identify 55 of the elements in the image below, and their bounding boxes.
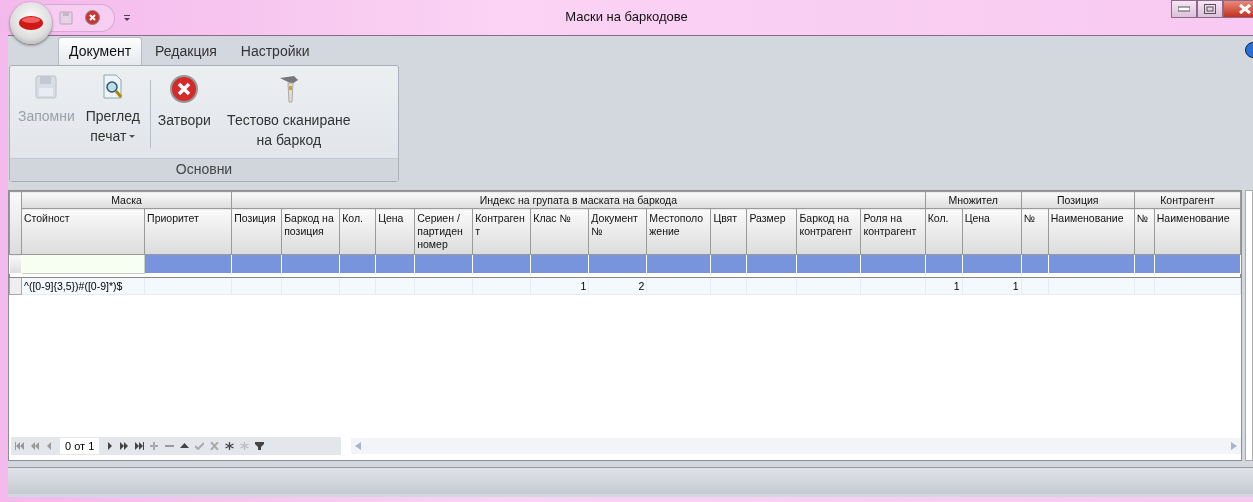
close-icon[interactable]	[85, 10, 100, 25]
column-header[interactable]: Документ №	[588, 208, 647, 255]
up-icon[interactable]	[180, 442, 190, 450]
column-header[interactable]: Местоположение	[646, 208, 711, 255]
ribbon-tab[interactable]: Редакция	[144, 37, 228, 65]
magnifier-page-icon	[100, 74, 125, 100]
column-header[interactable]: Стойност	[21, 208, 145, 255]
customize-caret-icon[interactable]	[123, 13, 131, 22]
column-header[interactable]: Клас №	[530, 208, 589, 255]
column-group-header: Позиция	[1021, 191, 1135, 209]
column-header[interactable]: Цена	[375, 208, 415, 255]
table-cell: 1	[580, 280, 587, 292]
column-group-header: Индекс на групата в маската на баркода	[231, 191, 926, 209]
column-header[interactable]: Баркод на позиция	[281, 208, 340, 255]
table-cell: 2	[638, 280, 645, 292]
column-header[interactable]: Наименование	[1048, 208, 1135, 255]
ribbon-tab[interactable]: Документ	[58, 37, 143, 65]
next-page-icon[interactable]	[120, 442, 130, 450]
asterisk-icon[interactable]	[225, 442, 235, 450]
column-group-header: Множител	[925, 191, 1022, 209]
group-label: Основни	[10, 158, 398, 181]
next-icon[interactable]	[105, 442, 115, 450]
column-header[interactable]: Цвят	[710, 208, 747, 255]
close-icon	[1239, 4, 1251, 14]
ribbon-button[interactable]: Тестово сканиране на баркод	[214, 74, 363, 150]
minimize-icon	[1178, 6, 1190, 12]
column-header[interactable]: Баркод на контрагент	[796, 208, 861, 255]
app-menu-button[interactable]	[10, 2, 52, 44]
column-group-header: Маска	[21, 191, 232, 209]
table-cell: 1	[1012, 280, 1019, 292]
column-header[interactable]: Контрагент	[472, 208, 531, 255]
window-title: Маски на баркодове	[565, 9, 688, 24]
column-header[interactable]: Сериен / партиден номер	[414, 208, 473, 255]
column-header[interactable]: Приоритет	[144, 208, 232, 255]
filter-icon[interactable]	[255, 442, 265, 450]
table-cell: ^([0-9]{3,5})#([0-9]*)$	[24, 280, 123, 292]
maximize-icon	[1204, 4, 1216, 14]
column-header[interactable]: Роля на контрагент	[860, 208, 926, 255]
column-header[interactable]: Позиция	[231, 208, 282, 255]
column-header[interactable]: Размер	[746, 208, 797, 255]
table-cell: 1	[953, 280, 960, 292]
last-icon[interactable]	[135, 442, 145, 450]
column-header[interactable]: Наименование	[1154, 208, 1241, 255]
minimize-button[interactable]	[1171, 0, 1197, 18]
column-header[interactable]: Кол.	[925, 208, 963, 255]
record-position: 0 от 1	[60, 438, 100, 454]
close-icon	[169, 74, 200, 104]
ribbon-tab[interactable]: Настройки	[229, 37, 321, 65]
column-header[interactable]: Цена	[962, 208, 1022, 255]
column-group-header: Контрагент	[1134, 191, 1241, 209]
logo-icon	[18, 15, 44, 31]
ribbon-button[interactable]: Затвори	[153, 74, 215, 130]
column-header[interactable]: Кол.	[339, 208, 376, 255]
maximize-button[interactable]	[1197, 0, 1223, 18]
ribbon-button[interactable]: Преглед печат	[78, 74, 147, 146]
